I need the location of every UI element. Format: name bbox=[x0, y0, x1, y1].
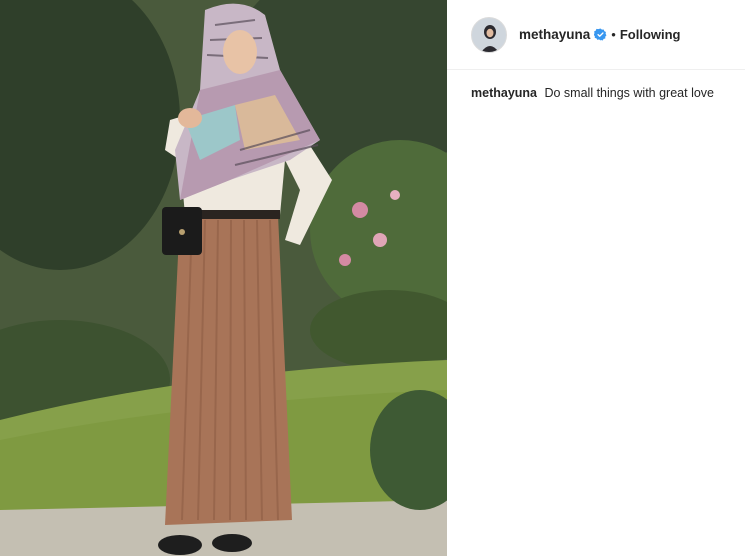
header-username[interactable]: methayuna bbox=[519, 27, 590, 42]
following-button[interactable]: Following bbox=[620, 27, 681, 42]
avatar-image bbox=[472, 17, 506, 52]
post-header: methayuna • Following bbox=[447, 0, 745, 70]
verified-badge-icon bbox=[594, 28, 607, 41]
post-sidebar: methayuna • Following methayuna Do small… bbox=[447, 0, 745, 556]
separator-dot: • bbox=[611, 27, 616, 42]
avatar[interactable] bbox=[471, 16, 507, 53]
post-photo[interactable] bbox=[0, 0, 447, 556]
caption-username[interactable]: methayuna bbox=[471, 86, 537, 100]
post-photo-illustration bbox=[0, 0, 447, 556]
caption-text: Do small things with great love bbox=[544, 86, 715, 100]
post-caption: methayuna Do small things with great lov… bbox=[471, 85, 731, 101]
